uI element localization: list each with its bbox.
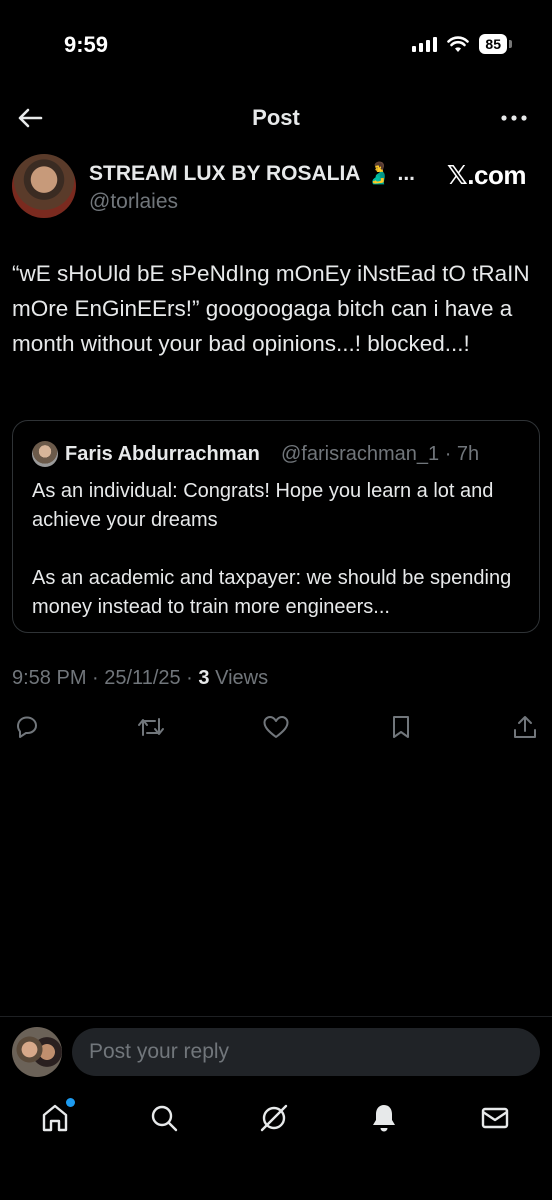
envelope-icon bbox=[481, 1107, 509, 1129]
tab-messages[interactable] bbox=[477, 1100, 513, 1136]
repost-button[interactable] bbox=[136, 712, 166, 742]
quoted-post[interactable]: Faris Abdurrachman @farisrachman_1 · 7h … bbox=[12, 420, 540, 633]
heart-icon bbox=[263, 716, 289, 738]
bookmark-button[interactable] bbox=[386, 712, 416, 742]
x-brand-label: 𝕏.com bbox=[446, 160, 527, 190]
quoted-paragraph-2: As an academic and taxpayer: we should b… bbox=[32, 567, 512, 618]
post-text: “wE sHoUld bE sPeNdIng mOnEy iNstEad tO … bbox=[12, 261, 530, 356]
battery-level: 85 bbox=[479, 34, 507, 54]
bookmark-icon bbox=[393, 716, 409, 738]
battery-icon: 85 bbox=[479, 34, 512, 54]
share-button[interactable] bbox=[510, 712, 540, 742]
more-options-button[interactable] bbox=[498, 102, 530, 134]
wifi-icon bbox=[447, 35, 470, 52]
tab-grok[interactable] bbox=[256, 1100, 292, 1136]
tab-home[interactable] bbox=[37, 1098, 75, 1136]
grok-icon bbox=[260, 1104, 288, 1132]
quoted-post-text: As an individual: Congrats! Hope you lea… bbox=[32, 477, 527, 622]
quoted-paragraph-1: As an individual: Congrats! Hope you lea… bbox=[32, 480, 494, 531]
author-avatar[interactable] bbox=[12, 154, 76, 218]
search-icon bbox=[151, 1105, 178, 1132]
post-meta: 9:58 PM · 25/11/25 · 3 Views bbox=[12, 667, 268, 690]
like-button[interactable] bbox=[261, 712, 291, 742]
page-title: Post bbox=[252, 105, 300, 130]
home-notification-dot bbox=[66, 1098, 75, 1107]
views-label: Views bbox=[209, 667, 269, 689]
current-user-avatar bbox=[12, 1027, 62, 1077]
bottom-tab-bar bbox=[0, 1086, 552, 1156]
tab-notifications[interactable] bbox=[366, 1100, 402, 1136]
quoted-author-handle: @farisrachman_1 · 7h bbox=[281, 443, 480, 465]
author-handle[interactable]: @torlaies bbox=[89, 190, 178, 214]
more-horizontal-icon bbox=[501, 115, 527, 121]
repost-arrows-icon bbox=[138, 718, 164, 736]
views-count[interactable]: 3 bbox=[198, 667, 209, 689]
author-name[interactable]: STREAM LUX BY ROSALIA 🫃 ... bbox=[89, 162, 415, 186]
cellular-signal-icon bbox=[412, 36, 438, 52]
share-upload-icon bbox=[514, 716, 536, 738]
status-time: 9:59 bbox=[64, 32, 109, 57]
reply-input[interactable]: Post your reply bbox=[72, 1028, 540, 1076]
bell-icon bbox=[373, 1105, 395, 1132]
arrow-left-icon bbox=[18, 108, 43, 128]
post-timestamp: 9:58 PM · 25/11/25 · bbox=[12, 667, 199, 689]
quoted-author-name: Faris Abdurrachman bbox=[65, 443, 260, 465]
back-button[interactable] bbox=[14, 102, 46, 134]
reply-bar: Post your reply bbox=[0, 1016, 552, 1086]
status-bar: 9:59 85 bbox=[0, 0, 552, 90]
post-author: STREAM LUX BY ROSALIA 🫃 ... @torlaies 𝕏.… bbox=[12, 154, 540, 220]
nav-header: Post bbox=[0, 90, 552, 146]
quoted-author-avatar bbox=[32, 441, 58, 467]
home-icon bbox=[42, 1104, 68, 1132]
status-icons: 85 bbox=[412, 34, 512, 54]
post-actions bbox=[12, 712, 540, 742]
speech-bubble-icon bbox=[17, 716, 37, 738]
tab-search[interactable] bbox=[146, 1100, 182, 1136]
reply-button[interactable] bbox=[12, 712, 42, 742]
